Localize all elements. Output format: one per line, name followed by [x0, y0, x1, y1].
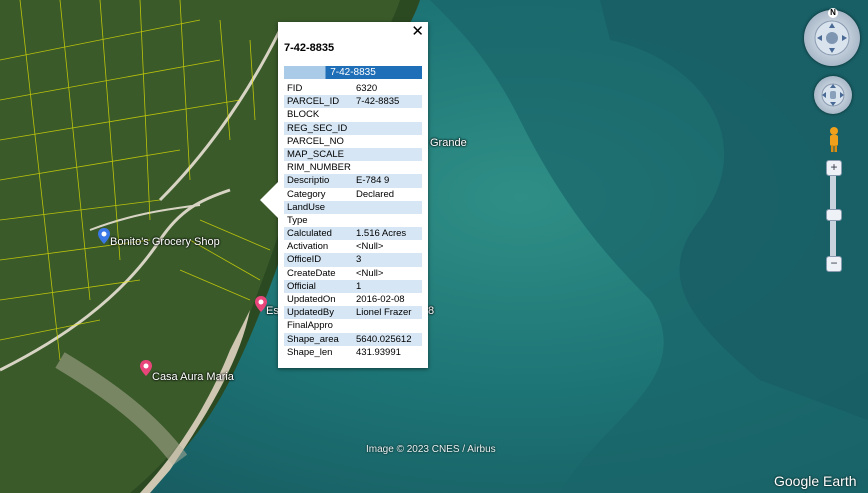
attribute-row: Descriptio E-784 9 [284, 174, 422, 188]
place-label-es[interactable]: Es [266, 305, 279, 317]
attribute-key: REG_SEC_ID [287, 122, 348, 134]
attribute-value: 5640.025612 [356, 333, 412, 345]
attribute-row: PARCEL_ID 7-42-8835 [284, 95, 422, 109]
google-earth-logo: Google Earth [774, 473, 857, 489]
attribute-value [356, 201, 422, 214]
attribute-key: CreateDate [287, 267, 336, 279]
place-label-8[interactable]: 8 [428, 305, 434, 317]
attribute-value [356, 214, 422, 227]
attribute-row: Calculated 1.516 Acres [284, 227, 422, 241]
attribute-value [356, 135, 422, 148]
parcel-info-balloon: ✕ 7-42-8835 7-42-8835 FID 6320 PARCEL_ID 7-… [260, 22, 428, 368]
attribute-key: Calculated [287, 228, 332, 240]
compass-north-label: N [828, 8, 838, 18]
attribute-row: Category Declared [284, 188, 422, 201]
attribute-value: 431.93991 [356, 346, 401, 358]
street-view-pegman-icon[interactable] [828, 126, 840, 152]
attribute-row: Shape_len 431.93991 [284, 346, 422, 359]
attribute-value: 1.516 Acres [356, 228, 407, 240]
attribute-row: REG_SEC_ID [284, 121, 422, 135]
attribute-key: FinalAppro [287, 320, 333, 332]
attribute-value: 3 [356, 254, 362, 266]
attribute-key: UpdatedOn [287, 294, 336, 305]
place-label-casa[interactable]: Casa Aura Maria [152, 371, 234, 383]
attribute-key: RIM_NUMBER [287, 162, 351, 174]
attribute-value: <Null> [356, 241, 384, 253]
attribute-key: Type [287, 214, 308, 226]
attribute-key: LandUse [287, 201, 326, 213]
place-label-grande[interactable]: Grande [430, 137, 467, 149]
compass-control[interactable]: N [804, 8, 860, 66]
place-label-bonito[interactable]: Bonito's Grocery Shop [110, 236, 220, 248]
attribute-value [356, 122, 422, 135]
attribute-row: UpdatedOn 2016-02-08 [284, 293, 422, 306]
attribute-table-header: 7-42-8835 [284, 66, 422, 79]
attribute-row: RIM_NUMBER [284, 161, 422, 174]
zoom-out-button[interactable]: − [826, 256, 842, 272]
attribute-key: FID [287, 83, 303, 94]
attribute-key: BLOCK [287, 109, 320, 121]
attribute-value: E-784 9 [356, 175, 390, 187]
attribute-row: UpdatedBy Lionel Frazer [284, 306, 422, 320]
balloon-title: 7-42-8835 [284, 42, 335, 54]
hand-pan-icon [821, 83, 845, 107]
attribute-key: MAP_SCALE [287, 148, 345, 160]
attribute-row: Shape_area 5640.025612 [284, 332, 422, 346]
attribute-key: Official [287, 280, 316, 292]
attribute-key: Descriptio [287, 175, 330, 187]
attribute-row: Official 1 [284, 279, 422, 293]
attribute-key: Shape_area [287, 333, 339, 345]
attribute-row: MAP_SCALE [284, 147, 422, 162]
zoom-slider-handle[interactable] [826, 209, 842, 221]
look-joystick-icon [814, 20, 850, 56]
attribute-key: OfficeID [287, 254, 322, 266]
attribute-value [356, 108, 422, 121]
attribute-row: LandUse [284, 200, 422, 214]
place-pin-icon[interactable] [140, 360, 152, 376]
attribute-value [356, 319, 422, 332]
attribute-table: FID 6320 PARCEL_ID 7-42-8835 BLOCK REG_SEC_ID… [284, 82, 422, 359]
attribute-key: Shape_len [287, 346, 333, 358]
attribute-key: Category [287, 188, 326, 200]
attribute-row: BLOCK [284, 108, 422, 121]
attribute-key: UpdatedBy [287, 307, 335, 319]
place-pin-icon[interactable] [98, 228, 110, 244]
close-icon[interactable]: ✕ [411, 24, 424, 40]
move-control[interactable] [814, 76, 852, 114]
attribute-value: Lionel Frazer [356, 307, 412, 319]
attribute-row: FinalAppro [284, 319, 422, 332]
attribute-row: CreateDate <Null> [284, 267, 422, 280]
zoom-in-button[interactable]: + [826, 160, 842, 176]
attribute-value: 2016-02-08 [356, 294, 405, 305]
satellite-map[interactable]: Bonito's Grocery Shop Casa Aura Maria Es… [0, 0, 868, 493]
attribute-row: Activation <Null> [284, 240, 422, 253]
attribute-key: PARCEL_ID [287, 96, 340, 108]
attribute-value: 1 [356, 280, 362, 292]
attribute-value [356, 148, 422, 161]
attribute-value [356, 161, 422, 174]
attribute-row: FID 6320 [284, 82, 422, 95]
attribute-value: 7-42-8835 [356, 96, 400, 108]
attribute-value: <Null> [356, 267, 384, 279]
attribute-row: Type [284, 214, 422, 227]
attribute-value: 6320 [356, 83, 378, 94]
attribute-row: PARCEL_NO [284, 135, 422, 148]
attribute-row: OfficeID 3 [284, 253, 422, 267]
attribute-key: Activation [287, 241, 329, 253]
imagery-credit: Image © 2023 CNES / Airbus [366, 444, 496, 455]
attribute-value: Declared [356, 188, 395, 200]
attribute-key: PARCEL_NO [287, 135, 344, 147]
